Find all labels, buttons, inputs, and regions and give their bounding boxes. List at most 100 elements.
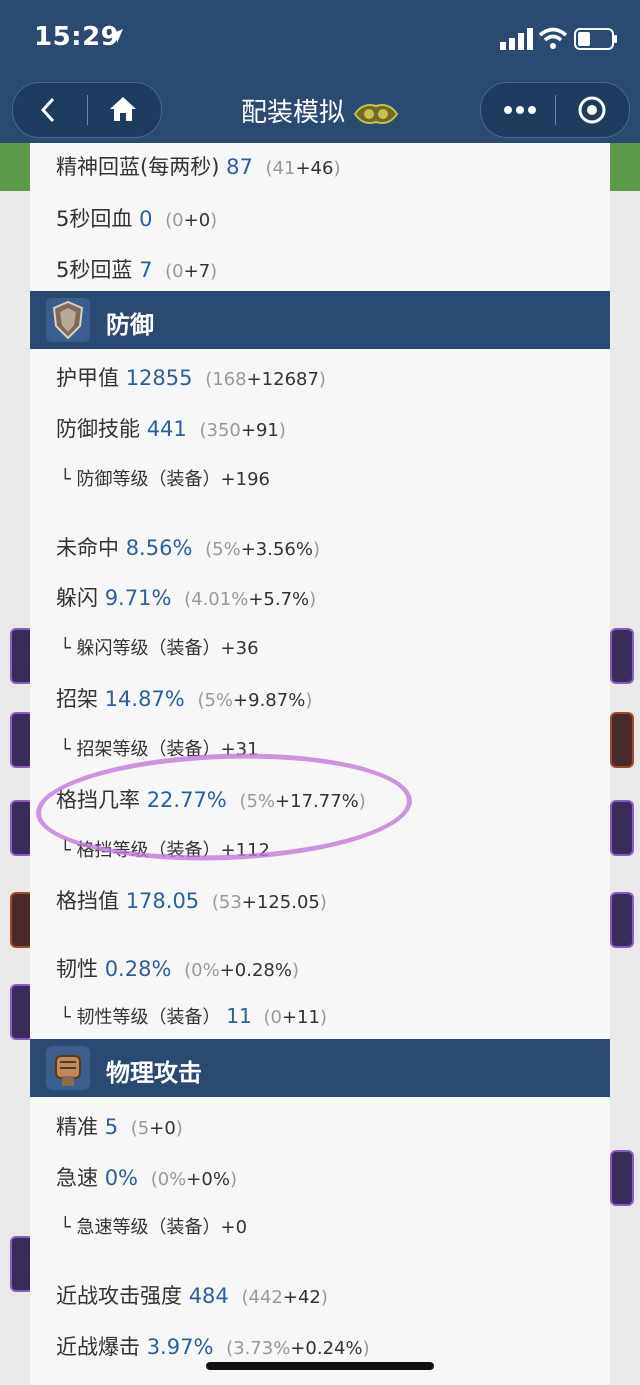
stat-row-armor: 护甲值 12855 (168+12687) [56, 362, 326, 392]
stat-value: 14.87% [104, 687, 185, 711]
stat-value: 0.28% [104, 957, 172, 981]
stat-row-haste: 急速 0% (0%+0%) [56, 1162, 237, 1192]
stat-base: 5% [204, 690, 234, 711]
stat-breakdown: (350+91) [199, 420, 286, 441]
capsule-divider [555, 95, 556, 125]
stat-breakdown: (4.01%+5.7%) [184, 589, 317, 610]
stat-value: 12855 [125, 366, 193, 390]
stat-label: 精准 [56, 1115, 98, 1139]
stat-bonus: +91 [240, 420, 279, 441]
stat-value: 0% [104, 1166, 139, 1190]
stat-base: 350 [206, 420, 241, 441]
stat-label: 格挡值 [56, 889, 119, 913]
stat-base: 0 [172, 261, 184, 282]
stat-row-hit: 精准 5 (5+0) [56, 1111, 183, 1141]
stat-breakdown: (0%+0%) [150, 1169, 237, 1190]
stat-sub-resilience-rating: └ 韧性等级（装备） 11 (0+11) [60, 1003, 327, 1029]
equipment-slot-icon [610, 712, 634, 768]
stat-breakdown: (41+46) [265, 158, 341, 179]
stat-bonus: +42 [282, 1287, 321, 1308]
page-title-text: 配装模拟 [240, 98, 345, 128]
stat-base: 53 [218, 892, 242, 913]
stat-label: 韧性 [56, 957, 98, 981]
stat-bonus: +0 [183, 210, 211, 231]
equipment-slot-icon [610, 892, 634, 948]
wifi-icon [538, 27, 568, 49]
stat-bonus: +125.05 [241, 892, 320, 913]
stat-value: 484 [188, 1284, 229, 1308]
stat-label: 近战攻击强度 [56, 1284, 182, 1308]
stat-bonus: +0.24% [290, 1338, 363, 1359]
stat-row-melee-ap: 近战攻击强度 484 (442+42) [56, 1280, 328, 1310]
stat-row-mp5: 5秒回蓝 7 (0+7) [56, 254, 217, 284]
stat-breakdown: (5%+9.87%) [197, 690, 313, 711]
stat-label: 防御技能 [56, 417, 140, 441]
section-header-defense: 防御 [30, 291, 610, 349]
stat-sub-dodge-rating: └ 躲闪等级（装备）+36 [60, 638, 259, 659]
stat-bonus: +0% [186, 1169, 230, 1190]
stat-breakdown: (0+11) [263, 1007, 327, 1028]
stat-row-dodge: 躲闪 9.71% (4.01%+5.7%) [56, 582, 316, 612]
stat-bonus: +5.7% [248, 589, 310, 610]
stat-value: 87 [226, 155, 253, 179]
stat-row-miss: 未命中 8.56% (5%+3.56%) [56, 532, 320, 562]
stat-base: 41 [272, 158, 296, 179]
more-icon[interactable] [503, 105, 537, 115]
stat-base: 0% [191, 960, 220, 981]
location-arrow-icon [109, 29, 123, 43]
fist-icon [46, 1046, 90, 1090]
stat-value: 7 [139, 258, 153, 282]
stat-breakdown: (5%+3.56%) [205, 539, 320, 560]
section-title: 物理攻击 [106, 1059, 202, 1087]
stat-label: 精神回蓝(每两秒) [56, 155, 220, 179]
cellular-signal-icon [500, 28, 533, 50]
nav-right-capsule [480, 82, 630, 138]
stat-breakdown: (0+0) [165, 210, 218, 231]
stat-breakdown: (0+7) [165, 261, 218, 282]
stat-value: 178.05 [125, 889, 200, 913]
stat-base: 0% [157, 1169, 187, 1190]
stat-sub-haste-rating: └ 急速等级（装备）+0 [60, 1217, 248, 1238]
stat-breakdown: (0%+0.28%) [184, 960, 299, 981]
stat-label: 未命中 [56, 536, 119, 560]
stat-value: 5 [104, 1115, 119, 1139]
stat-base: 3.73% [233, 1338, 291, 1359]
stat-breakdown: (5+0) [130, 1118, 183, 1139]
stat-row-parry: 招架 14.87% (5%+9.87%) [56, 683, 312, 713]
stat-breakdown: (168+12687) [205, 369, 326, 390]
stat-value: 0 [139, 207, 153, 231]
equipment-slot-icon [610, 628, 634, 684]
stat-label: 近战爆击 [56, 1335, 140, 1359]
stat-bonus: +46 [295, 158, 334, 179]
stat-bonus: +0 [149, 1118, 176, 1139]
stat-breakdown: (442+42) [241, 1287, 328, 1308]
stat-bonus: +12687 [246, 369, 319, 390]
stat-row-block-value: 格挡值 178.05 (53+125.05) [56, 885, 327, 915]
stat-bonus: +0.28% [219, 960, 292, 981]
stat-value: 441 [146, 417, 187, 441]
status-time: 15:29 [34, 22, 120, 52]
stat-bonus: +3.56% [240, 539, 313, 560]
stat-label: └ 韧性等级（装备） [60, 1007, 221, 1028]
stat-label: 躲闪 [56, 586, 98, 610]
equipment-slot-icon [610, 800, 634, 856]
stat-row-resilience: 韧性 0.28% (0%+0.28%) [56, 953, 299, 983]
close-miniprogram-icon[interactable] [577, 95, 607, 125]
shield-icon [46, 298, 90, 342]
stat-base: 442 [248, 1287, 283, 1308]
stat-base: 4.01% [191, 589, 249, 610]
bc-logo-icon [353, 103, 399, 124]
stat-base: 0 [172, 210, 184, 231]
stat-row-spirit-mana: 精神回蓝(每两秒) 87 (41+46) [56, 151, 340, 181]
stat-value: 3.97% [146, 1335, 214, 1359]
stat-label: 急速 [56, 1166, 98, 1190]
section-header-physical-attack: 物理攻击 [30, 1039, 610, 1097]
section-title: 防御 [106, 311, 154, 339]
stat-row-melee-crit: 近战爆击 3.97% (3.73%+0.24%) [56, 1331, 370, 1361]
stat-breakdown: (3.73%+0.24%) [226, 1338, 370, 1359]
stat-bonus: +9.87% [233, 690, 306, 711]
battery-icon [574, 28, 617, 50]
stat-value: 11 [226, 1004, 252, 1028]
stat-bonus: +11 [281, 1007, 320, 1028]
home-indicator[interactable] [206, 1362, 434, 1370]
